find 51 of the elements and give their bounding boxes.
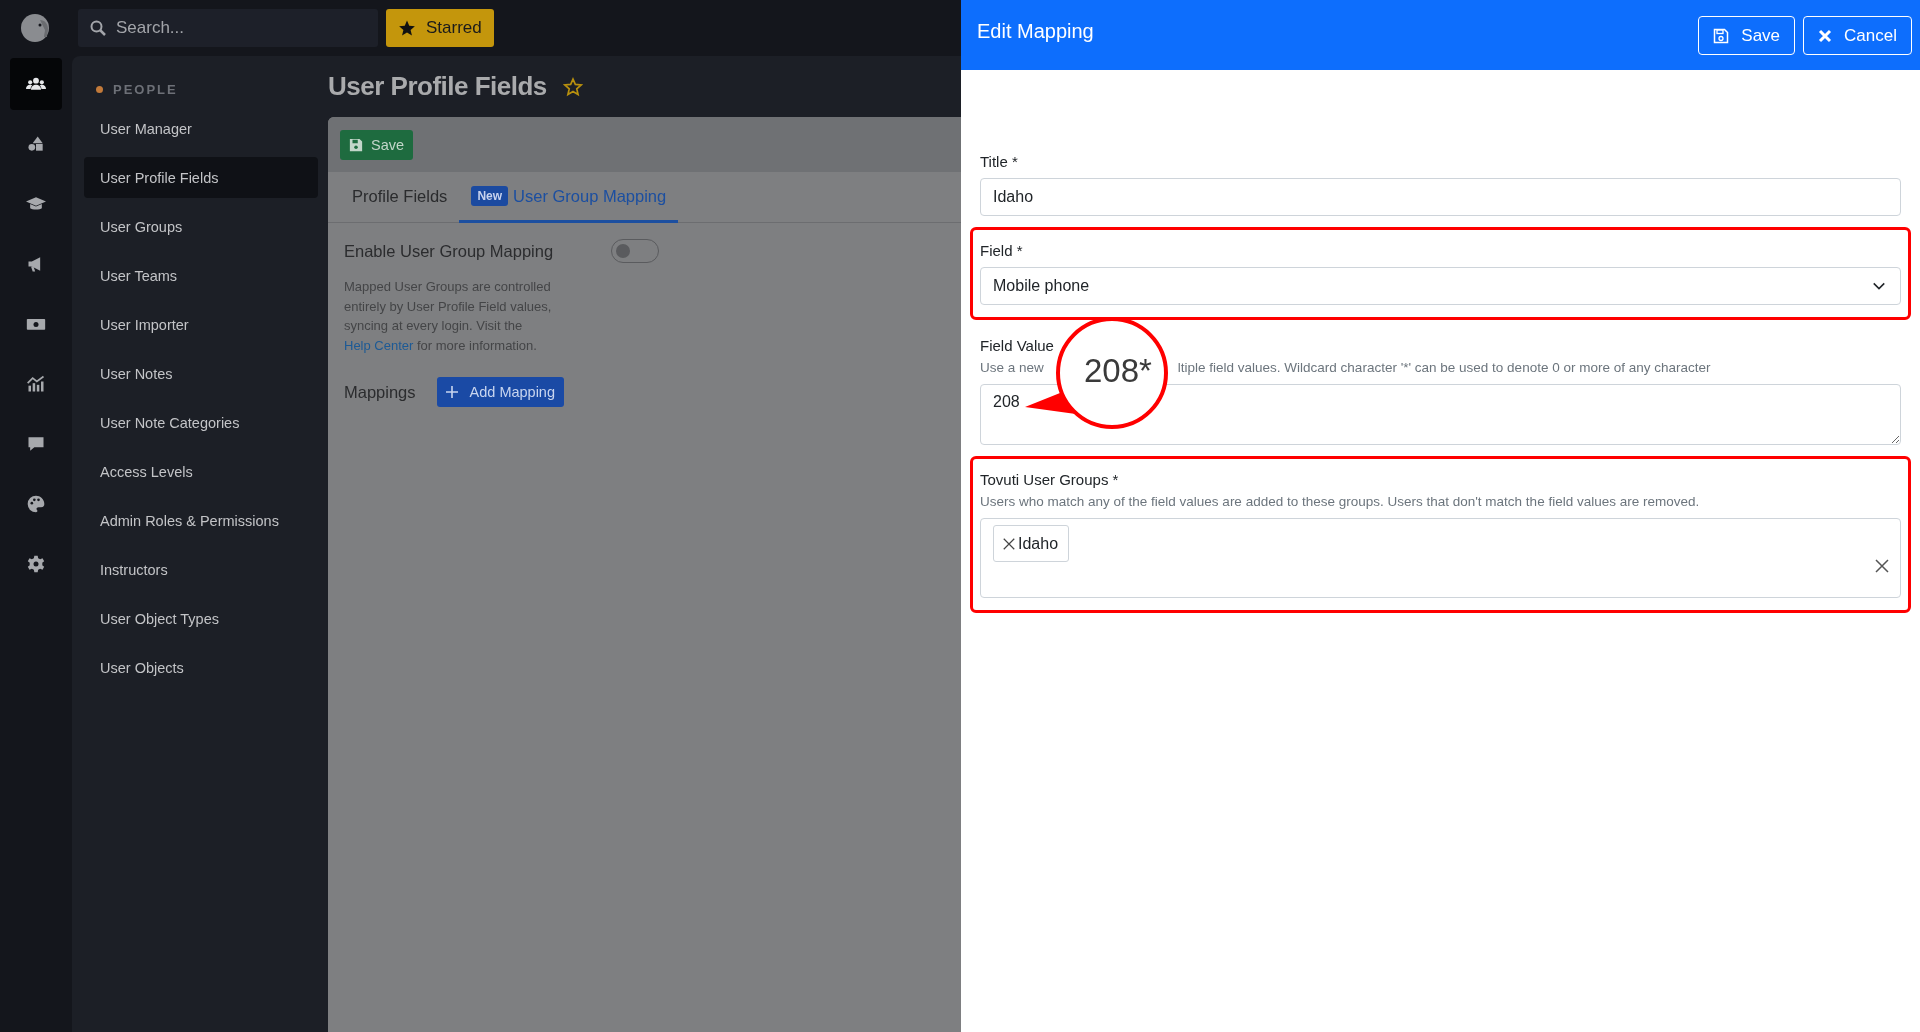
- tab[interactable]: New User Group Mapping: [459, 172, 679, 223]
- section-heading: PEOPLE: [113, 81, 178, 97]
- description-text: Mapped User Groups are controlled entirely by User Profile Field values, syncing at every login. Visit the Help Center for more information.: [344, 278, 553, 355]
- sidebar-item[interactable]: Instructors: [84, 549, 318, 590]
- field-label: Field Value: [980, 337, 1054, 354]
- section-dot-icon: [96, 85, 103, 93]
- title-input[interactable]: Idaho: [980, 178, 1901, 216]
- field-label: Title *: [980, 153, 1018, 170]
- star-icon[interactable]: [562, 76, 583, 97]
- search-field[interactable]: Search...: [78, 9, 378, 47]
- sidebar-item[interactable]: User Objects: [84, 647, 318, 688]
- mappings-label: Mappings: [344, 382, 416, 402]
- field-hint: ltiple field values. Wildcard character '*' can be used to denote 0 or more of any character: [1177, 360, 1711, 375]
- save-button[interactable]: Save: [1698, 16, 1796, 55]
- toggle-label: Enable User Group Mapping: [344, 241, 554, 261]
- search-icon: [90, 20, 106, 36]
- field-value-textarea[interactable]: 208: [980, 384, 1901, 445]
- people-icon[interactable]: [10, 58, 62, 110]
- field-hint: Use a new: [980, 360, 1044, 375]
- sidebar-item[interactable]: User Note Categories: [84, 402, 318, 443]
- tab-label: User Group Mapping: [513, 186, 667, 206]
- close-icon: [1818, 28, 1833, 43]
- sidebar-item[interactable]: User Importer: [84, 304, 318, 345]
- save-button[interactable]: Save: [340, 129, 414, 160]
- sidebar-item[interactable]: User Teams: [84, 255, 318, 296]
- group-tag[interactable]: Idaho: [993, 525, 1070, 562]
- clear-icon[interactable]: [1874, 558, 1890, 574]
- field-label: Field *: [980, 242, 1023, 259]
- cancel-button[interactable]: Cancel: [1803, 16, 1912, 55]
- remove-icon[interactable]: [1002, 536, 1016, 551]
- field-select[interactable]: Mobile phone: [980, 267, 1901, 305]
- tab-label: Profile Fields: [352, 186, 448, 206]
- sidebar-item[interactable]: Admin Roles & Permissions: [84, 500, 318, 541]
- sidebar-item[interactable]: User Notes: [84, 353, 318, 394]
- panel-title: Edit Mapping: [977, 20, 1094, 43]
- sidebar-item[interactable]: User Groups: [84, 206, 318, 247]
- star-icon: [398, 19, 416, 37]
- field-label: Tovuti User Groups *: [980, 471, 1119, 488]
- field-hint: Users who match any of the field values are added to these groups. Users that don't match the field values are removed.: [980, 494, 1700, 509]
- sidebar-item[interactable]: Access Levels: [84, 451, 318, 492]
- sidebar-item[interactable]: User Object Types: [84, 598, 318, 639]
- starred-button[interactable]: Starred: [386, 9, 494, 47]
- tab[interactable]: Profile Fields: [340, 172, 460, 223]
- page-title: User Profile Fields: [328, 71, 547, 102]
- sidebar-item[interactable]: User Manager: [84, 108, 318, 149]
- plus-icon: [445, 386, 458, 398]
- add-mapping-button[interactable]: Add Mapping: [436, 377, 564, 407]
- user-groups-select[interactable]: Idaho: [980, 518, 1901, 598]
- new-badge: New: [471, 186, 509, 206]
- search-input[interactable]: Search...: [114, 17, 358, 39]
- sidebar-item[interactable]: User Profile Fields: [84, 157, 318, 198]
